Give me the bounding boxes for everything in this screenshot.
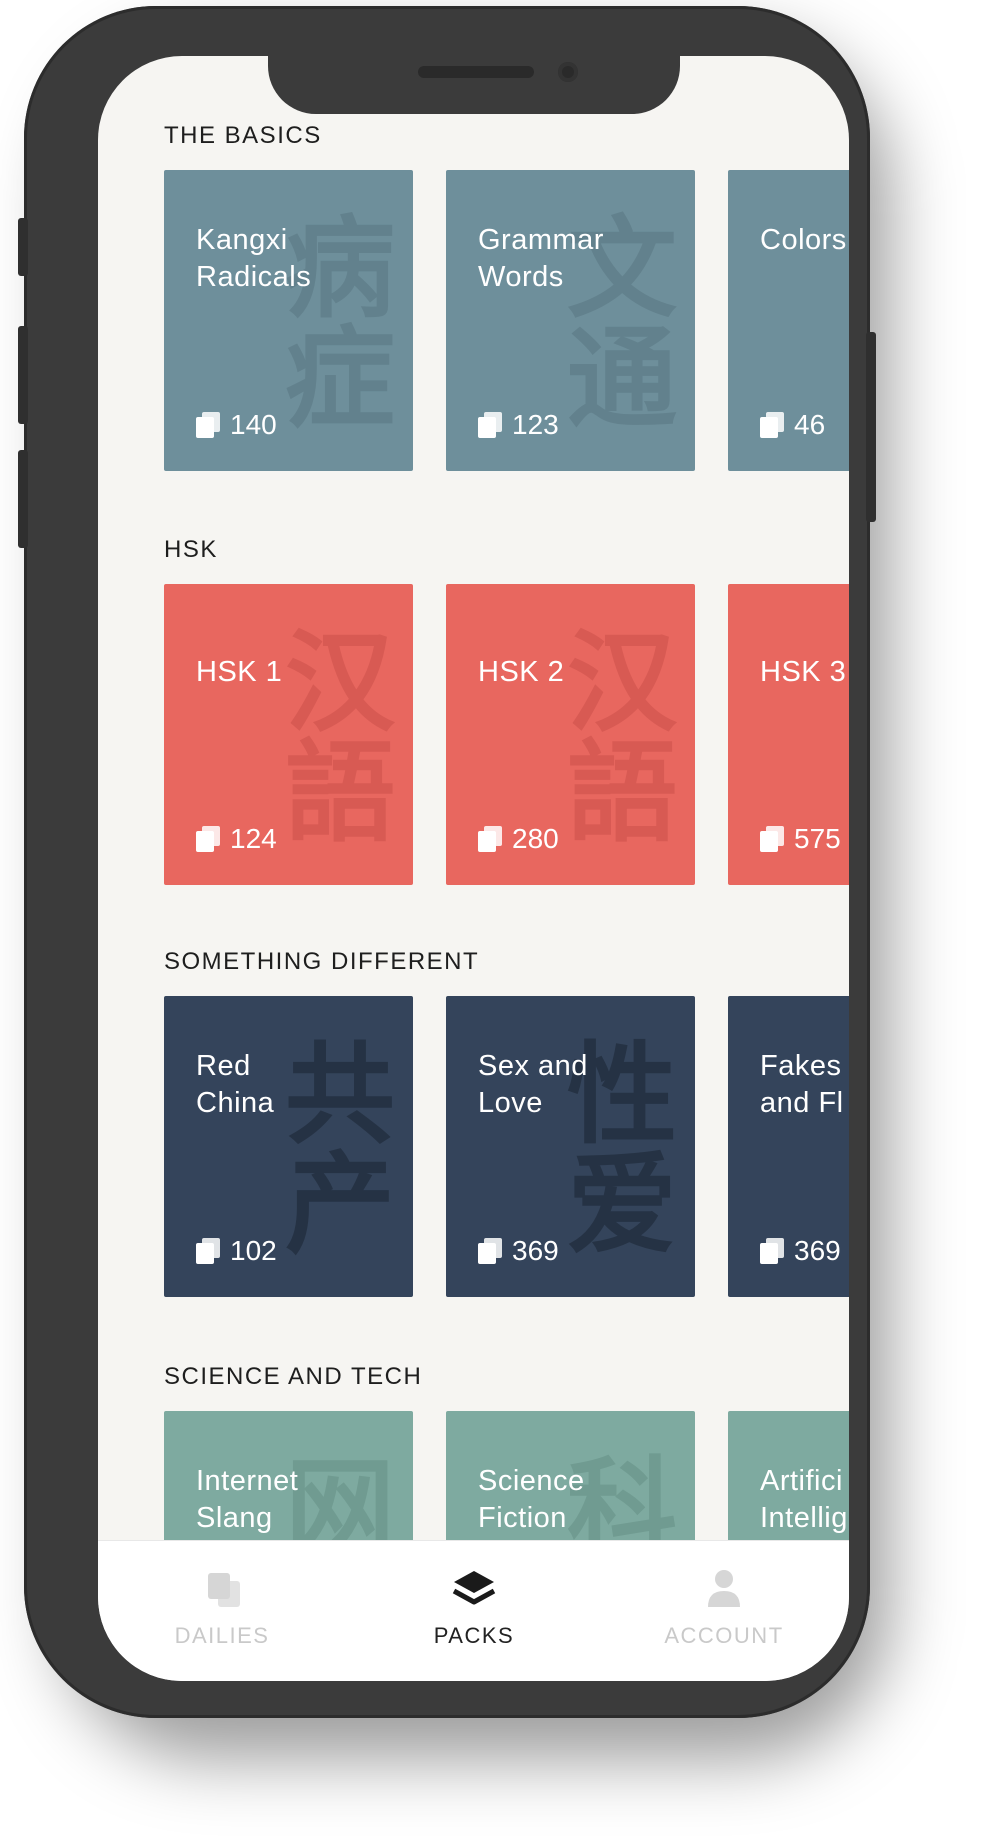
pack-count: 140 xyxy=(196,409,277,441)
volume-down-button xyxy=(18,450,28,548)
cards-icon xyxy=(478,412,502,438)
pack-count-value: 280 xyxy=(512,823,559,854)
pack-count: 369 xyxy=(760,1235,841,1267)
section-title-science-and-tech: SCIENCE AND TECH xyxy=(164,1363,423,1390)
mute-switch xyxy=(18,218,28,276)
pack-count-value: 123 xyxy=(512,409,559,440)
section-row-science-and-tech[interactable]: 网 Internet Slang 科 Science Fiction 智 Art… xyxy=(164,1411,849,1541)
pack-card-kangxi-radicals[interactable]: 病症 Kangxi Radicals 140 xyxy=(164,170,413,471)
pack-title: HSK 1 xyxy=(196,656,283,688)
pack-title: Internet Slang xyxy=(196,1465,299,1534)
tab-label: PACKS xyxy=(433,1623,515,1648)
tab-label: DAILIES xyxy=(174,1623,270,1648)
pack-card-science-fiction[interactable]: 科 Science Fiction xyxy=(446,1411,695,1541)
tab-account[interactable]: ACCOUNT xyxy=(624,1567,824,1649)
section-title-hsk: HSK xyxy=(164,536,218,563)
pack-count: 46 xyxy=(760,409,825,441)
pack-count: 102 xyxy=(196,1235,277,1267)
pack-card-artificial-intelligence[interactable]: 智 Artifici Intellig xyxy=(728,1411,849,1541)
pack-count: 369 xyxy=(478,1235,559,1267)
pack-title: HSK 2 xyxy=(478,656,565,688)
pack-count-value: 369 xyxy=(512,1235,559,1266)
dailies-cards-icon xyxy=(198,1567,246,1611)
speaker-grille xyxy=(418,66,534,78)
bottom-tab-bar: DAILIES PACKS ACCOUNT xyxy=(98,1540,849,1681)
pack-count: 280 xyxy=(478,823,559,855)
packs-layers-icon xyxy=(450,1567,498,1611)
tab-label: ACCOUNT xyxy=(664,1623,784,1648)
power-button xyxy=(866,332,876,522)
pack-count-value: 575 xyxy=(794,823,841,854)
cards-icon xyxy=(196,1238,220,1264)
cards-icon xyxy=(478,1238,502,1264)
section-row-the-basics[interactable]: 病症 Kangxi Radicals 140 文通 Grammar Words … xyxy=(164,170,849,471)
volume-up-button xyxy=(18,326,28,424)
section-title-the-basics: THE BASICS xyxy=(164,122,322,149)
pack-title: Colors xyxy=(760,224,847,256)
pack-card-sex-and-love[interactable]: 性爱 Sex and Love 369 xyxy=(446,996,695,1297)
pack-count: 575 xyxy=(760,823,841,855)
pack-count-value: 369 xyxy=(794,1235,841,1266)
pack-title: Kangxi Radicals xyxy=(196,224,312,293)
pack-title: Sex and Love xyxy=(478,1050,588,1119)
pack-title: Science Fiction xyxy=(478,1465,585,1534)
section-row-something-different[interactable]: 共产 Red China 102 性爱 Sex and Love 369 假冒 … xyxy=(164,996,849,1297)
cards-icon xyxy=(478,826,502,852)
account-person-icon xyxy=(700,1567,748,1611)
pack-count: 124 xyxy=(196,823,277,855)
pack-count-value: 102 xyxy=(230,1235,277,1266)
cards-icon xyxy=(196,412,220,438)
pack-card-colors[interactable]: 彩色 Colors 46 xyxy=(728,170,849,471)
section-title-something-different: SOMETHING DIFFERENT xyxy=(164,948,480,975)
pack-card-red-china[interactable]: 共产 Red China 102 xyxy=(164,996,413,1297)
cards-icon xyxy=(760,826,784,852)
pack-title: Artifici Intellig xyxy=(760,1465,848,1534)
pack-card-hsk-1[interactable]: 汉語 HSK 1 124 xyxy=(164,584,413,885)
pack-card-fakes-and-flops[interactable]: 假冒 Fakes and Fl 369 xyxy=(728,996,849,1297)
pack-card-grammar-words[interactable]: 文通 Grammar Words 123 xyxy=(446,170,695,471)
notch xyxy=(268,56,680,114)
pack-title: Red China xyxy=(196,1050,275,1119)
pack-card-internet-slang[interactable]: 网 Internet Slang xyxy=(164,1411,413,1541)
pack-title: Fakes and Fl xyxy=(760,1050,844,1119)
phone-frame: THE BASICS 病症 Kangxi Radicals 140 文通 Gra… xyxy=(18,6,876,1718)
cards-icon xyxy=(760,1238,784,1264)
pack-count-value: 46 xyxy=(794,409,826,440)
app-screen: THE BASICS 病症 Kangxi Radicals 140 文通 Gra… xyxy=(98,56,849,1681)
pack-count-value: 140 xyxy=(230,409,277,440)
pack-title: Grammar Words xyxy=(478,224,604,293)
pack-title: HSK 3 xyxy=(760,656,847,688)
packs-list[interactable]: THE BASICS 病症 Kangxi Radicals 140 文通 Gra… xyxy=(98,56,849,1541)
pack-count: 123 xyxy=(478,409,559,441)
section-row-hsk[interactable]: 汉語 HSK 1 124 汉語 HSK 2 280 汉語 HSK 3 575 xyxy=(164,584,849,885)
tab-packs[interactable]: PACKS xyxy=(374,1567,574,1649)
front-camera xyxy=(558,62,578,82)
cards-icon xyxy=(760,412,784,438)
pack-card-hsk-3[interactable]: 汉語 HSK 3 575 xyxy=(728,584,849,885)
cards-icon xyxy=(196,826,220,852)
pack-count-value: 124 xyxy=(230,823,277,854)
tab-dailies[interactable]: DAILIES xyxy=(122,1567,322,1649)
pack-card-hsk-2[interactable]: 汉語 HSK 2 280 xyxy=(446,584,695,885)
